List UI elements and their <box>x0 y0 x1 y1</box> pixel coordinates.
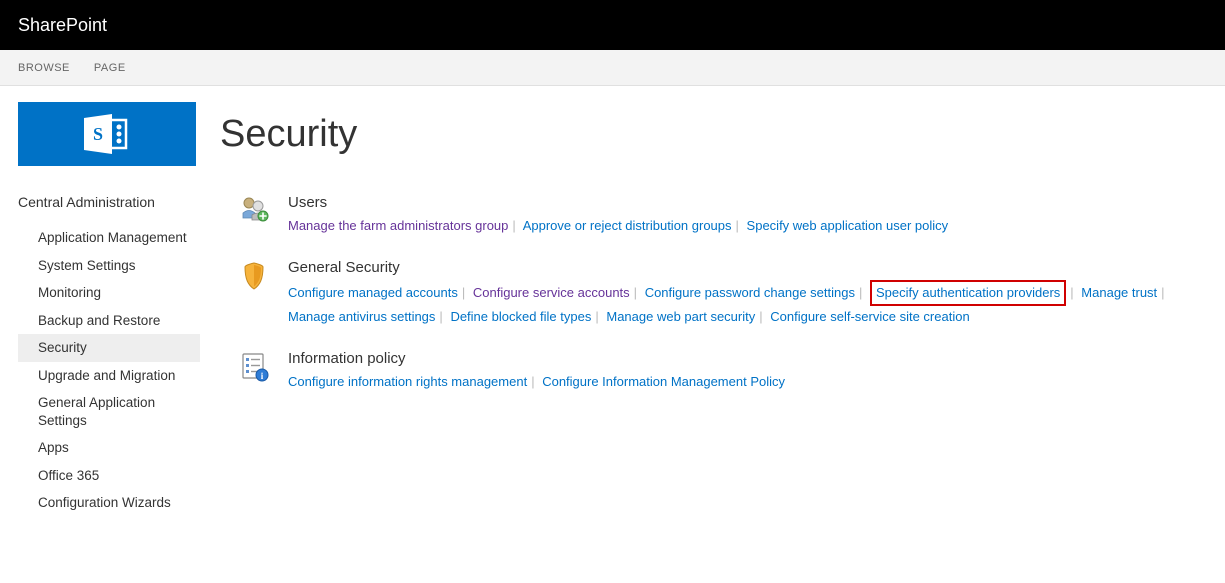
link-configure-irm[interactable]: Configure information rights management <box>288 374 527 389</box>
section-information-policy: i Information policy Configure informati… <box>240 350 1205 393</box>
sidebar-heading: Central Administration <box>18 194 200 210</box>
sidebar-item-backup-restore[interactable]: Backup and Restore <box>18 307 200 335</box>
section-general-title: General Security <box>288 259 1205 276</box>
section-users-title: Users <box>288 194 1205 211</box>
section-info-title: Information policy <box>288 350 1205 367</box>
tab-page[interactable]: PAGE <box>94 62 126 74</box>
page-title: Security <box>220 102 357 166</box>
link-configure-password-change[interactable]: Configure password change settings <box>645 285 855 300</box>
link-specify-user-policy[interactable]: Specify web application user policy <box>747 218 949 233</box>
top-bar: SharePoint <box>0 0 1225 50</box>
ribbon: BROWSE PAGE <box>0 50 1225 86</box>
link-self-service-site[interactable]: Configure self-service site creation <box>770 309 969 324</box>
product-name: SharePoint <box>18 15 107 36</box>
sidebar-item-system-settings[interactable]: System Settings <box>18 252 200 280</box>
link-manage-trust[interactable]: Manage trust <box>1081 285 1157 300</box>
sharepoint-logo-icon: S <box>82 112 132 156</box>
link-web-part-security[interactable]: Manage web part security <box>606 309 755 324</box>
sidebar-item-upgrade-migration[interactable]: Upgrade and Migration <box>18 362 200 390</box>
link-manage-farm-admins[interactable]: Manage the farm administrators group <box>288 218 508 233</box>
sidebar-item-security[interactable]: Security <box>18 334 200 362</box>
link-specify-auth-providers[interactable]: Specify authentication providers <box>876 285 1060 300</box>
sidebar-item-office-365[interactable]: Office 365 <box>18 462 200 490</box>
link-configure-imp[interactable]: Configure Information Management Policy <box>542 374 785 389</box>
main-content: Users Manage the farm administrators gro… <box>200 194 1225 517</box>
section-general-security: General Security Configure managed accou… <box>240 259 1205 328</box>
sidebar: Central Administration Application Manag… <box>0 194 200 517</box>
section-users: Users Manage the farm administrators gro… <box>240 194 1205 237</box>
link-configure-managed-accounts[interactable]: Configure managed accounts <box>288 285 458 300</box>
highlighted-link-box: Specify authentication providers <box>870 280 1066 306</box>
site-logo-tile: S <box>18 102 196 166</box>
sidebar-item-configuration-wizards[interactable]: Configuration Wizards <box>18 489 200 517</box>
sidebar-item-apps[interactable]: Apps <box>18 434 200 462</box>
shield-icon <box>240 259 270 294</box>
sidebar-item-application-management[interactable]: Application Management <box>18 224 200 252</box>
users-icon <box>240 194 270 227</box>
sidebar-item-monitoring[interactable]: Monitoring <box>18 279 200 307</box>
tab-browse[interactable]: BROWSE <box>18 62 70 74</box>
link-approve-reject-groups[interactable]: Approve or reject distribution groups <box>523 218 732 233</box>
link-blocked-file-types[interactable]: Define blocked file types <box>450 309 591 324</box>
checklist-icon: i <box>240 350 270 385</box>
link-configure-service-accounts[interactable]: Configure service accounts <box>473 285 630 300</box>
link-manage-antivirus[interactable]: Manage antivirus settings <box>288 309 435 324</box>
svg-text:S: S <box>93 124 103 144</box>
sidebar-item-general-app-settings[interactable]: General Application Settings <box>18 389 200 434</box>
